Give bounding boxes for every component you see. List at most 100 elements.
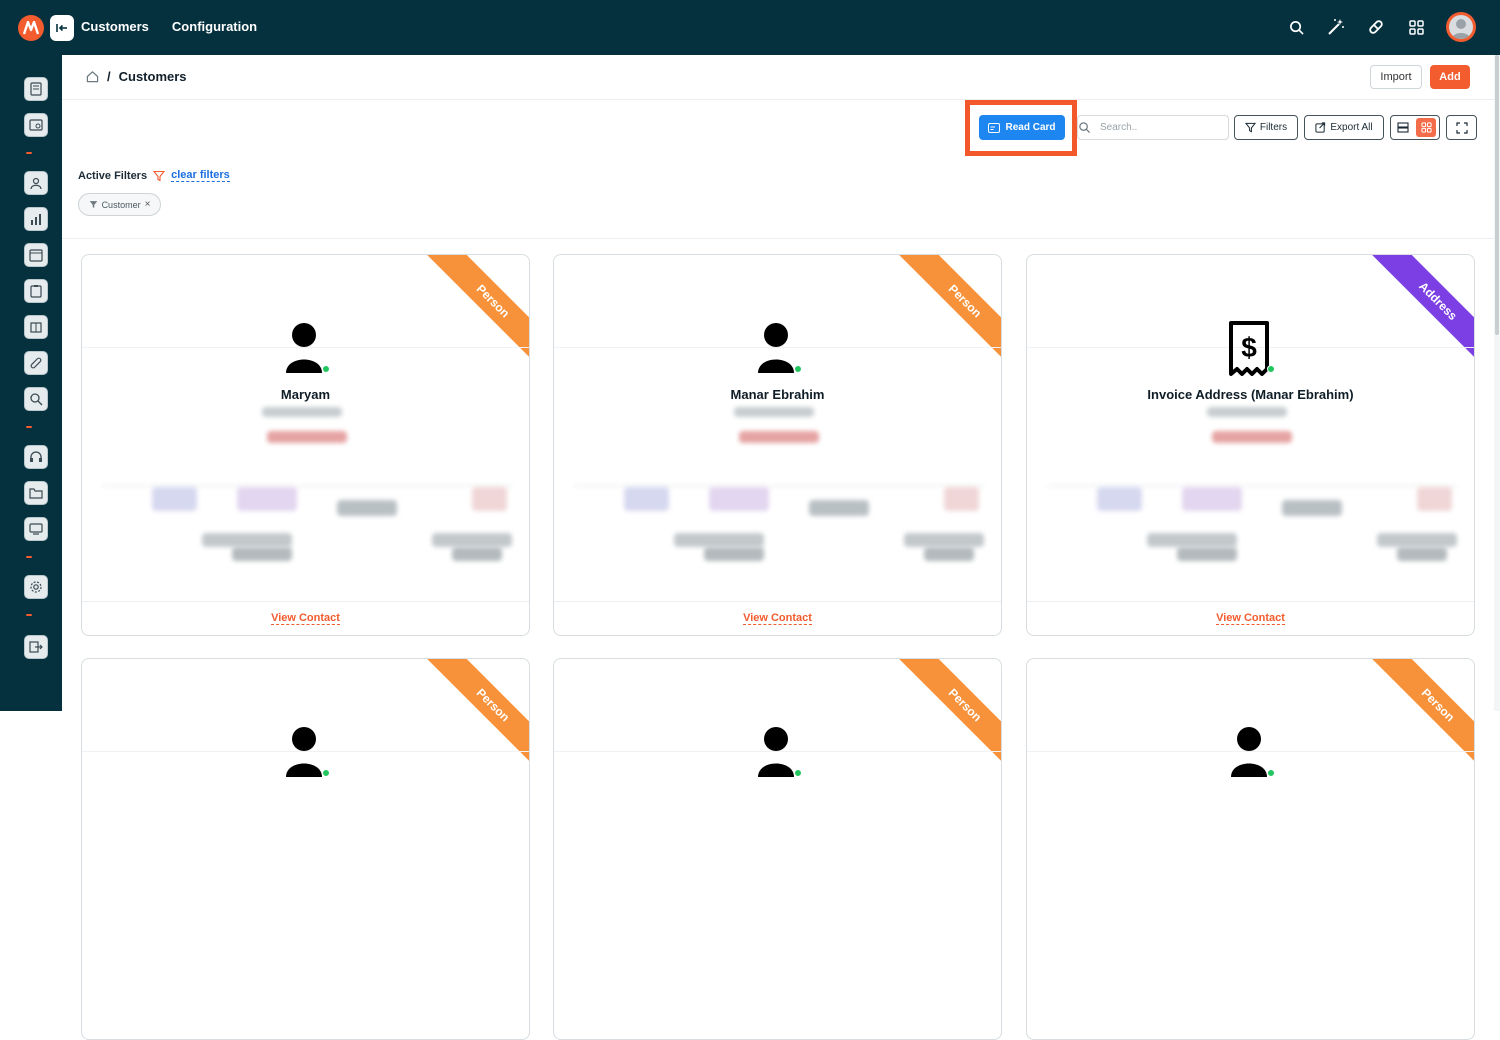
search-input[interactable]: [1100, 122, 1220, 133]
card-footer: View Contact: [1027, 601, 1474, 635]
fullscreen-button[interactable]: [1446, 115, 1477, 140]
funnel-icon: [89, 201, 97, 208]
sidebar-item-customers[interactable]: [24, 171, 48, 195]
sidebar-item-pharmacy[interactable]: [24, 351, 48, 375]
card-type-ribbon: Person: [898, 659, 1001, 769]
remove-filter-icon[interactable]: ×: [145, 199, 151, 210]
sidebar-item-inventory[interactable]: [24, 315, 48, 339]
online-status-dot: [793, 769, 802, 777]
redacted-detail: [739, 431, 819, 443]
person-icon: [754, 725, 802, 781]
nav-customers[interactable]: Customers: [81, 19, 149, 34]
list-view-icon[interactable]: [1393, 118, 1413, 137]
redacted-detail: [1282, 500, 1342, 516]
redacted-detail: [924, 547, 974, 561]
folder-icon: [29, 488, 43, 499]
redacted-detail: [452, 547, 502, 561]
clipboard-icon: [30, 285, 42, 298]
customer-card[interactable]: Address $ Invoice Address (Manar Ebrahim) V…: [1026, 254, 1475, 636]
redacted-detail: [432, 533, 512, 547]
card-type-ribbon: Person: [898, 255, 1001, 365]
card-footer: View Contact: [554, 601, 1001, 635]
search-icon: [1079, 122, 1091, 134]
sidebar-item-monitor[interactable]: [24, 517, 48, 541]
filters-button[interactable]: Filters: [1234, 115, 1298, 140]
sidebar-item-reports[interactable]: [24, 113, 48, 137]
redacted-detail: [267, 431, 347, 443]
sidebar-item-clipboard[interactable]: [24, 279, 48, 303]
sidebar-separator: [26, 556, 32, 558]
scrollbar[interactable]: [1494, 55, 1500, 711]
redacted-detail: [337, 500, 397, 516]
sidebar-item-settings[interactable]: [24, 575, 48, 599]
page-header: / Customers Import Add: [62, 55, 1500, 100]
fullscreen-icon: [1455, 121, 1468, 134]
clear-filters-link[interactable]: clear filters: [171, 169, 230, 182]
customer-card[interactable]: Person: [553, 658, 1002, 1040]
online-status-dot: [321, 365, 330, 373]
card-name: Manar Ebrahim: [730, 387, 825, 402]
grid-view-icon[interactable]: [1416, 118, 1436, 137]
view-toggle: [1390, 115, 1440, 140]
card-type-ribbon: Person: [426, 659, 529, 769]
sidebar-item-files[interactable]: [24, 481, 48, 505]
redacted-detail: [709, 487, 769, 511]
view-contact-link[interactable]: View Contact: [743, 612, 812, 625]
sidebar-item-search[interactable]: [24, 387, 48, 411]
sidebar-separator: [26, 614, 32, 616]
sidebar-item-logout[interactable]: [24, 635, 48, 659]
view-contact-link[interactable]: View Contact: [271, 612, 340, 625]
pill-icon[interactable]: [1366, 17, 1386, 37]
redacted-detail: [202, 533, 292, 547]
redacted-detail: [1212, 431, 1292, 443]
export-icon: [1315, 122, 1326, 133]
monitor-icon: [29, 523, 43, 535]
sidebar-item-analytics[interactable]: [24, 207, 48, 231]
export-all-button[interactable]: Export All: [1304, 115, 1384, 140]
export-all-label: Export All: [1330, 122, 1373, 133]
filter-chip-label: Customer: [101, 199, 141, 210]
report-icon: [29, 119, 43, 131]
nav-configuration[interactable]: Configuration: [172, 19, 257, 34]
sidebar-item-calendar[interactable]: [24, 243, 48, 267]
customer-card[interactable]: Person: [81, 658, 530, 1040]
view-contact-link[interactable]: View Contact: [1216, 612, 1285, 625]
online-status-dot: [1266, 769, 1275, 777]
apps-grid-icon[interactable]: [1406, 17, 1426, 37]
add-button[interactable]: Add: [1430, 65, 1470, 89]
app-logo[interactable]: [18, 15, 44, 41]
sidebar-item-dashboard[interactable]: [24, 77, 48, 101]
top-bar: Customers Configuration: [0, 0, 1500, 55]
redacted-detail: [944, 487, 979, 511]
redacted-detail: [734, 407, 814, 417]
user-avatar[interactable]: [1446, 12, 1476, 42]
people-icon: [30, 177, 42, 190]
card-name: Maryam: [280, 387, 331, 402]
person-icon: [282, 725, 330, 781]
search-icon[interactable]: [1286, 17, 1306, 37]
search-box: [1077, 115, 1229, 140]
online-status-dot: [793, 365, 802, 373]
collapse-sidebar-icon[interactable]: [50, 15, 74, 41]
gear-icon: [30, 581, 42, 593]
sidebar-separator: [26, 152, 32, 154]
sidebar-item-support[interactable]: [24, 445, 48, 469]
redacted-detail: [1397, 547, 1447, 561]
logout-icon: [29, 641, 43, 653]
breadcrumb-separator: /: [107, 69, 111, 84]
magic-wand-icon[interactable]: [1326, 17, 1346, 37]
import-button[interactable]: Import: [1370, 65, 1422, 89]
redacted-detail: [1097, 487, 1142, 511]
redacted-detail: [1177, 547, 1237, 561]
home-icon[interactable]: [86, 70, 99, 83]
customer-card[interactable]: Person Manar Ebrahim View Contact: [553, 254, 1002, 636]
redacted-detail: [472, 487, 507, 511]
clear-filter-icon: [153, 170, 166, 181]
redacted-detail: [1377, 533, 1457, 547]
customer-card[interactable]: Person Maryam View Contact: [81, 254, 530, 636]
document-icon: [30, 82, 42, 96]
redacted-detail: [1207, 407, 1287, 417]
pill-icon: [30, 357, 42, 369]
customer-card[interactable]: Person: [1026, 658, 1475, 1040]
read-card-button[interactable]: Read Card: [979, 115, 1065, 140]
